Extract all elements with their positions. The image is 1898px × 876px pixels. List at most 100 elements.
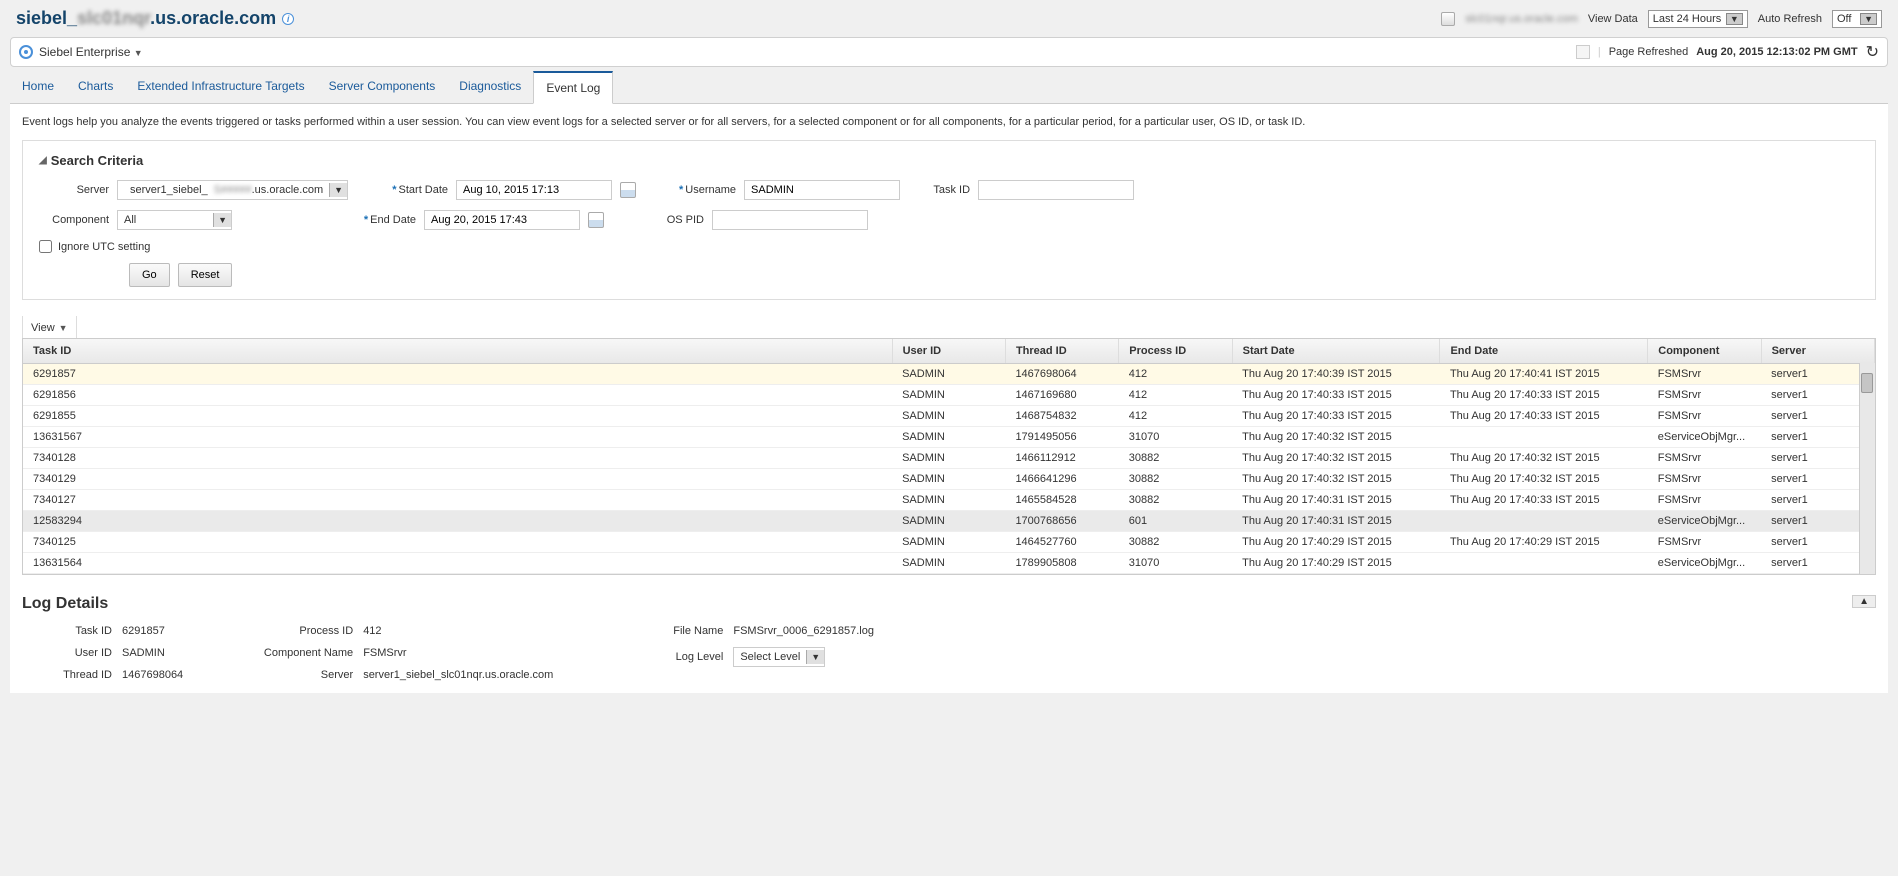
col-header[interactable]: Process ID xyxy=(1119,339,1232,364)
os-pid-input[interactable] xyxy=(712,210,868,230)
cell-end: Thu Aug 20 17:40:29 IST 2015 xyxy=(1440,532,1648,553)
cell-task_id: 7340129 xyxy=(23,469,892,490)
cell-thread_id: 1700768656 xyxy=(1005,511,1118,532)
table-row[interactable]: 6291857SADMIN1467698064412Thu Aug 20 17:… xyxy=(23,364,1875,385)
component-select[interactable]: All ▼ xyxy=(117,210,232,230)
d-user-id-label: User ID xyxy=(22,647,112,659)
cell-thread_id: 1464527760 xyxy=(1005,532,1118,553)
cell-user_id: SADMIN xyxy=(892,511,1005,532)
cell-server: server1 xyxy=(1761,406,1874,427)
username-input[interactable] xyxy=(744,180,900,200)
end-date-input[interactable] xyxy=(424,210,580,230)
table-row[interactable]: 7340127SADMIN146558452830882Thu Aug 20 1… xyxy=(23,490,1875,511)
collapse-up-icon[interactable]: ▲ xyxy=(1852,595,1876,608)
col-header[interactable]: Component xyxy=(1648,339,1761,364)
table-row[interactable]: 13631564SADMIN178990580831070Thu Aug 20 … xyxy=(23,553,1875,574)
cell-start: Thu Aug 20 17:40:32 IST 2015 xyxy=(1232,469,1440,490)
task-id-input[interactable] xyxy=(978,180,1134,200)
start-date-input[interactable] xyxy=(456,180,612,200)
cell-thread_id: 1465584528 xyxy=(1005,490,1118,511)
cell-component: FSMSrvr xyxy=(1648,364,1761,385)
col-header[interactable]: Task ID xyxy=(23,339,892,364)
table-row[interactable]: 6291855SADMIN1468754832412Thu Aug 20 17:… xyxy=(23,406,1875,427)
cell-end: Thu Aug 20 17:40:33 IST 2015 xyxy=(1440,385,1648,406)
chevron-down-icon: ▼ xyxy=(1860,13,1877,25)
col-header[interactable]: Start Date xyxy=(1232,339,1440,364)
tabs: HomeChartsExtended Infrastructure Target… xyxy=(10,71,1888,104)
database-icon xyxy=(1441,12,1455,26)
table-row[interactable]: 7340129SADMIN146664129630882Thu Aug 20 1… xyxy=(23,469,1875,490)
d-server-label: Server xyxy=(263,669,353,681)
intro-text: Event logs help you analyze the events t… xyxy=(22,116,1876,128)
log-level-select[interactable]: Select Level▼ xyxy=(733,647,825,667)
scrollbar-thumb[interactable] xyxy=(1861,373,1873,393)
cell-thread_id: 1468754832 xyxy=(1005,406,1118,427)
tab-diagnostics[interactable]: Diagnostics xyxy=(447,71,533,103)
chevron-down-icon: ▼ xyxy=(134,48,143,58)
cell-task_id: 13631567 xyxy=(23,427,892,448)
tab-extended-infrastructure-targets[interactable]: Extended Infrastructure Targets xyxy=(125,71,316,103)
calendar-icon[interactable] xyxy=(620,182,636,198)
refreshed-time: Aug 20, 2015 12:13:02 PM GMT xyxy=(1696,46,1857,58)
chevron-down-icon: ▼ xyxy=(213,213,231,227)
search-title: Search Criteria xyxy=(51,153,144,168)
cell-server: server1 xyxy=(1761,532,1874,553)
d-user-id: SADMIN xyxy=(122,647,165,659)
d-task-id: 6291857 xyxy=(122,625,165,637)
ignore-utc-checkbox[interactable] xyxy=(39,240,52,253)
tab-home[interactable]: Home xyxy=(10,71,66,103)
cell-task_id: 6291857 xyxy=(23,364,892,385)
header: siebel_slc01nqr.us.oracle.com i slc01nqr… xyxy=(0,0,1898,37)
tab-event-log[interactable]: Event Log xyxy=(533,71,613,104)
col-header[interactable]: Thread ID xyxy=(1005,339,1118,364)
table-row[interactable]: 7340128SADMIN146611291230882Thu Aug 20 1… xyxy=(23,448,1875,469)
auto-refresh-select[interactable]: Off▼ xyxy=(1832,10,1882,28)
bookmark-icon[interactable] xyxy=(1576,45,1590,59)
tab-server-components[interactable]: Server Components xyxy=(317,71,448,103)
context-menu[interactable]: Siebel Enterprise ▼ xyxy=(39,45,143,59)
os-pid-label: OS PID xyxy=(634,214,704,226)
reset-button[interactable]: Reset xyxy=(178,263,233,287)
col-header[interactable]: Server xyxy=(1761,339,1874,364)
cell-component: eServiceObjMgr... xyxy=(1648,511,1761,532)
table-row[interactable]: 13631567SADMIN179149505631070Thu Aug 20 … xyxy=(23,427,1875,448)
tab-charts[interactable]: Charts xyxy=(66,71,125,103)
cell-process_id: 30882 xyxy=(1119,490,1232,511)
cell-end: Thu Aug 20 17:40:33 IST 2015 xyxy=(1440,490,1648,511)
collapse-icon[interactable]: ◢ xyxy=(39,155,47,166)
server-select[interactable]: server1_siebel_S#####.us.oracle.com ▼ xyxy=(117,180,348,200)
cell-component: FSMSrvr xyxy=(1648,532,1761,553)
cell-end xyxy=(1440,553,1648,574)
info-icon[interactable]: i xyxy=(282,13,294,25)
username-label: *Username xyxy=(666,184,736,196)
refresh-icon[interactable]: ↻ xyxy=(1866,42,1879,62)
calendar-icon[interactable] xyxy=(588,212,604,228)
cell-server: server1 xyxy=(1761,553,1874,574)
log-details-title: Log Details xyxy=(22,595,1876,613)
cell-start: Thu Aug 20 17:40:32 IST 2015 xyxy=(1232,427,1440,448)
col-header[interactable]: User ID xyxy=(892,339,1005,364)
cell-server: server1 xyxy=(1761,427,1874,448)
cell-start: Thu Aug 20 17:40:31 IST 2015 xyxy=(1232,511,1440,532)
cell-process_id: 601 xyxy=(1119,511,1232,532)
view-data-select[interactable]: Last 24 Hours▼ xyxy=(1648,10,1748,28)
table-row[interactable]: 6291856SADMIN1467169680412Thu Aug 20 17:… xyxy=(23,385,1875,406)
table-row[interactable]: 12583294SADMIN1700768656601Thu Aug 20 17… xyxy=(23,511,1875,532)
col-header[interactable]: End Date xyxy=(1440,339,1648,364)
go-button[interactable]: Go xyxy=(129,263,170,287)
cell-component: FSMSrvr xyxy=(1648,469,1761,490)
view-menu[interactable]: View ▼ xyxy=(31,322,68,334)
cell-user_id: SADMIN xyxy=(892,532,1005,553)
end-date-label: *End Date xyxy=(346,214,416,226)
table-row[interactable]: 7340125SADMIN146452776030882Thu Aug 20 1… xyxy=(23,532,1875,553)
d-thread-id-label: Thread ID xyxy=(22,669,112,681)
cell-thread_id: 1466641296 xyxy=(1005,469,1118,490)
cell-end: Thu Aug 20 17:40:41 IST 2015 xyxy=(1440,364,1648,385)
cell-start: Thu Aug 20 17:40:32 IST 2015 xyxy=(1232,448,1440,469)
chevron-down-icon: ▼ xyxy=(329,183,347,197)
cell-end: Thu Aug 20 17:40:32 IST 2015 xyxy=(1440,448,1648,469)
auto-refresh-label: Auto Refresh xyxy=(1758,13,1822,25)
scrollbar[interactable] xyxy=(1859,363,1875,574)
page-title: siebel_slc01nqr.us.oracle.com xyxy=(16,8,276,29)
d-process-id: 412 xyxy=(363,625,381,637)
